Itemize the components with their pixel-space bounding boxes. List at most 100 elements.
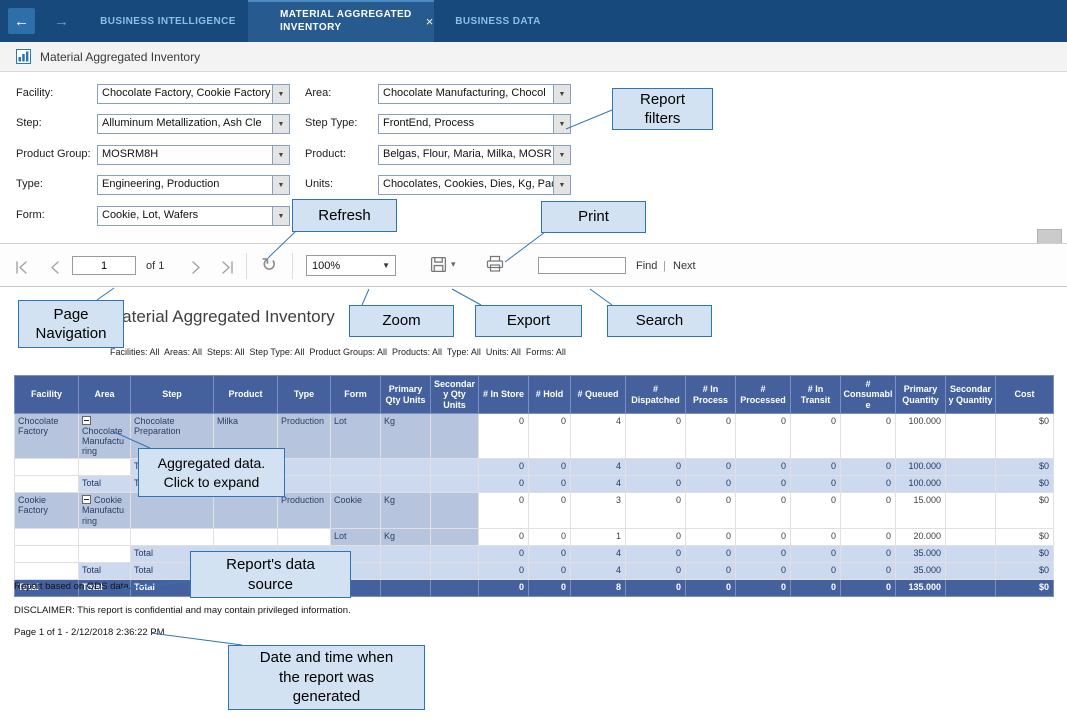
table-cell: 4 [571,476,626,493]
table-cell: 0 [626,579,686,596]
facility-select[interactable]: Chocolate Factory, Cookie Factory ▼ [97,84,290,104]
find-link[interactable]: Find [636,260,657,272]
table-row: TotalTotalTotal00800000135.000$0 [15,579,1054,596]
previous-page-button[interactable] [42,257,68,277]
table-cell: 0 [841,414,896,459]
table-cell: 0 [686,476,736,493]
next-link[interactable]: Next [673,260,696,272]
table-cell: 0 [479,562,529,579]
chevron-down-icon[interactable]: ▼ [553,176,570,194]
table-cell: 0 [841,562,896,579]
table-cell: $0 [996,414,1054,459]
tab-label: BUSINESS DATA [455,16,540,27]
callout-page-navigation: Page Navigation [18,300,124,348]
step-type-select[interactable]: FrontEnd, Process ▼ [378,114,571,134]
table-cell: Kg [381,493,431,528]
table-cell: $0 [996,476,1054,493]
chevron-down-icon: ▾ [451,259,456,270]
last-page-icon [220,261,235,274]
collapse-minus-icon[interactable] [82,416,91,425]
table-cell [79,545,131,562]
table-cell [431,562,479,579]
product-select[interactable]: Belgas, Flour, Maria, Milka, MOSR ▼ [378,145,571,165]
table-cell [431,545,479,562]
table-cell: $0 [996,545,1054,562]
chevron-down-icon[interactable]: ▼ [272,207,289,225]
table-cell: 0 [841,476,896,493]
table-cell: 0 [529,562,571,579]
forward-button[interactable]: → [48,8,75,34]
table-cell: 0 [626,414,686,459]
report-disclaimer: DISCLAIMER: This report is confidential … [14,605,351,616]
close-icon[interactable]: × [426,14,434,29]
table-cell: Lot [331,528,381,545]
column-header-processed: # Processed [736,376,791,414]
table-cell: Kg [381,414,431,459]
table-cell: 4 [571,562,626,579]
table-cell: Chocolate Factory [15,414,79,459]
type-select[interactable]: Engineering, Production ▼ [97,175,290,195]
column-header-secondary-quantity: Secondary Quantity [946,376,996,414]
collapse-minus-icon[interactable] [82,495,91,504]
chevron-down-icon[interactable]: ▼ [272,176,289,194]
last-page-button[interactable] [214,257,240,277]
callout-search: Search [607,305,712,337]
callout-datetime: Date and time when the report was genera… [228,645,425,710]
report-title: Material Aggregated Inventory [108,307,335,327]
table-cell [946,579,996,596]
next-page-button[interactable] [182,257,208,277]
product-group-select[interactable]: MOSRM8H ▼ [97,145,290,165]
step-select[interactable]: Alluminum Metallization, Ash Cle ▼ [97,114,290,134]
table-cell: 0 [479,414,529,459]
table-cell [79,459,131,476]
combo-value: Chocolate Manufacturing, Chocol [379,85,553,103]
refresh-button[interactable]: ↻ [256,252,282,278]
table-cell [946,493,996,528]
table-cell: 0 [736,493,791,528]
table-row: TotalTotal0040000035.000$0 [15,562,1054,579]
tab-business-data[interactable]: BUSINESS DATA [437,0,559,42]
report-viewport: Material Aggregated Inventory Facilities… [0,287,1067,719]
combo-value: Cookie, Lot, Wafers [98,207,272,225]
table-cell [214,493,278,528]
form-select[interactable]: Cookie, Lot, Wafers ▼ [97,206,290,226]
combo-value: MOSRM8H [98,146,272,164]
table-cell [381,459,431,476]
tab-material-aggregated-inventory[interactable]: MATERIAL AGGREGATED INVENTORY × [248,0,434,42]
table-cell [278,476,331,493]
table-cell: 0 [686,562,736,579]
first-page-button[interactable] [8,257,34,277]
table-cell [15,545,79,562]
table-cell: 0 [686,545,736,562]
table-cell [79,528,131,545]
combo-value: Alluminum Metallization, Ash Cle [98,115,272,133]
chevron-down-icon[interactable]: ▼ [553,115,570,133]
units-select[interactable]: Chocolates, Cookies, Dies, Kg, Pac ▼ [378,175,571,195]
column-header-product: Product [214,376,278,414]
column-header-form: Form [331,376,381,414]
table-cell: 0 [736,528,791,545]
chevron-down-icon[interactable]: ▼ [553,146,570,164]
page-number-input[interactable] [72,256,136,275]
tab-business-intelligence[interactable]: BUSINESS INTELLIGENCE [88,0,248,42]
chevron-down-icon[interactable]: ▼ [553,85,570,103]
next-page-icon [188,261,203,274]
area-select[interactable]: Chocolate Manufacturing, Chocol ▼ [378,84,571,104]
table-cell [15,562,79,579]
table-cell: 0 [686,579,736,596]
chevron-down-icon[interactable]: ▼ [272,146,289,164]
table-cell: 0 [626,562,686,579]
back-button[interactable]: ← [8,8,35,34]
table-cell: 0 [736,579,791,596]
print-button[interactable] [486,255,504,278]
export-button[interactable]: ▾ [430,256,456,273]
zoom-select[interactable]: 100% ▼ [306,255,396,276]
search-input[interactable] [538,257,626,274]
filter-label-product-group: Product Group: [16,145,96,160]
callout-print: Print [541,201,646,233]
chevron-down-icon[interactable]: ▼ [272,85,289,103]
forward-arrow-icon: → [54,13,69,30]
chevron-down-icon[interactable]: ▼ [272,115,289,133]
bar-chart-icon [16,49,31,69]
table-cell [381,579,431,596]
